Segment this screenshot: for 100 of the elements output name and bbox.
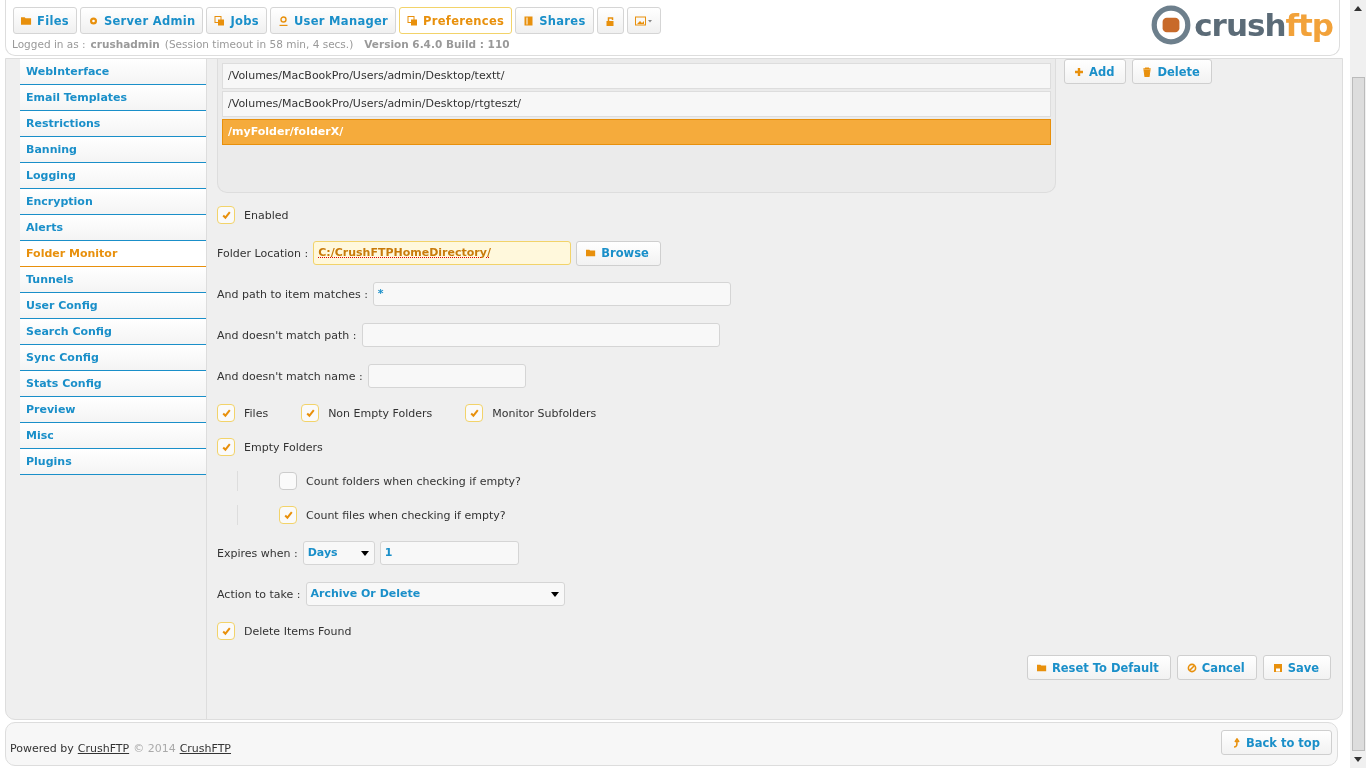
save-icon bbox=[1272, 662, 1283, 673]
sidebar-item[interactable]: Restrictions bbox=[20, 111, 206, 137]
checkbox-label: Delete Items Found bbox=[244, 624, 352, 638]
checkbox[interactable] bbox=[217, 438, 235, 456]
book-icon bbox=[523, 15, 535, 26]
checkbox-label: Monitor Subfolders bbox=[492, 406, 597, 420]
sidebar-item[interactable]: Search Config bbox=[20, 319, 206, 345]
checkbox[interactable] bbox=[217, 206, 235, 224]
scrollbar[interactable] bbox=[1350, 0, 1366, 768]
checkbox[interactable] bbox=[301, 404, 320, 422]
sidebar-item[interactable]: Email Templates bbox=[20, 85, 206, 111]
back-to-top-button[interactable]: Back to top bbox=[1220, 730, 1332, 755]
browse-button[interactable]: Browse bbox=[576, 240, 661, 266]
input-field[interactable] bbox=[361, 323, 720, 347]
sidebar-item[interactable]: Plugins bbox=[20, 449, 206, 475]
check-icon bbox=[220, 625, 232, 637]
footer-text: Powered by bbox=[10, 741, 74, 755]
sidebar-item[interactable]: Banning bbox=[20, 137, 206, 163]
checkbox-label: Empty Folders bbox=[244, 440, 323, 454]
checkbox-label: Non Empty Folders bbox=[328, 406, 433, 420]
nav-tab[interactable]: User Manager bbox=[269, 7, 397, 34]
checkbox[interactable] bbox=[217, 622, 235, 640]
logo-text: ftp bbox=[1285, 7, 1333, 43]
checkbox[interactable] bbox=[279, 506, 297, 524]
sidebar-item[interactable]: Folder Monitor bbox=[20, 241, 206, 267]
checkbox-label: Count folders when checking if empty? bbox=[306, 474, 521, 488]
version-text: Version 6.4.0 Build : 110 bbox=[364, 38, 510, 50]
cancel-icon bbox=[1186, 662, 1197, 673]
nav-tab[interactable]: Preferences bbox=[399, 7, 513, 34]
sidebar-item[interactable]: User Config bbox=[20, 293, 206, 319]
plus-icon bbox=[1074, 66, 1084, 77]
folder-icon bbox=[21, 15, 32, 26]
sidebar-item[interactable]: Stats Config bbox=[20, 371, 206, 397]
sidebar-item[interactable]: WebInterface bbox=[20, 59, 206, 85]
input-field[interactable]: * bbox=[372, 282, 731, 306]
folder-row[interactable]: /Volumes/MacBookPro/Users/admin/Desktop/textt/ bbox=[222, 63, 1051, 89]
input-field[interactable]: 1 bbox=[379, 541, 519, 565]
field-label: And path to item matches : bbox=[217, 287, 368, 301]
checkbox-label: Files bbox=[244, 406, 269, 420]
trash-icon bbox=[1142, 66, 1153, 77]
checkbox-label: Count files when checking if empty? bbox=[306, 508, 506, 522]
login-label: Logged in as : bbox=[12, 38, 86, 50]
field-label: Expires when : bbox=[217, 546, 298, 560]
gear-icon bbox=[87, 15, 99, 26]
nav-tab[interactable]: Shares bbox=[515, 7, 594, 34]
action-button[interactable]: Save bbox=[1262, 655, 1331, 680]
folder-row[interactable]: /Volumes/MacBookPro/Users/admin/Desktop/rtgteszt/ bbox=[222, 91, 1051, 117]
checkbox-label: Enabled bbox=[244, 208, 289, 222]
checkbox[interactable] bbox=[279, 472, 297, 490]
sidebar-item[interactable]: Sync Config bbox=[20, 345, 206, 371]
caret-icon bbox=[360, 551, 369, 556]
action-button[interactable]: Reset To Default bbox=[1026, 655, 1171, 680]
input-field[interactable] bbox=[367, 364, 526, 388]
image-dropdown-icon bbox=[634, 15, 653, 26]
nav-tab[interactable] bbox=[626, 7, 661, 34]
sidebar-item[interactable]: Tunnels bbox=[20, 267, 206, 293]
nav-tab[interactable]: Files bbox=[13, 7, 77, 34]
nav-tab[interactable]: Server Admin bbox=[79, 7, 204, 34]
check-icon bbox=[468, 407, 480, 419]
sidebar-item[interactable]: Logging bbox=[20, 163, 206, 189]
field-label: Action to take : bbox=[217, 587, 301, 601]
check-icon bbox=[220, 407, 232, 419]
folder-icon bbox=[586, 248, 597, 258]
action-dropdown[interactable]: Archive Or Delete bbox=[305, 582, 565, 606]
copyright-text: © 2014 bbox=[133, 741, 176, 755]
nav-tab[interactable]: Jobs bbox=[206, 7, 267, 34]
footer-link[interactable]: CrushFTP bbox=[77, 741, 130, 755]
scroll-down-icon[interactable] bbox=[1354, 757, 1362, 762]
input-field[interactable]: C:/CrushFTPHomeDirectory/ bbox=[313, 241, 572, 265]
lock-icon bbox=[604, 15, 616, 26]
add-button[interactable]: Add bbox=[1064, 59, 1127, 84]
logo-text: crush bbox=[1194, 7, 1286, 43]
check-icon bbox=[282, 509, 294, 521]
caret-icon bbox=[550, 592, 559, 597]
checkbox[interactable] bbox=[465, 404, 484, 422]
check-icon bbox=[304, 407, 316, 419]
field-label: And doesn't match name : bbox=[217, 369, 363, 383]
copy-icon bbox=[214, 15, 226, 26]
nav-tab[interactable] bbox=[596, 7, 624, 34]
checkbox[interactable] bbox=[217, 404, 235, 422]
copy-icon bbox=[407, 15, 419, 26]
username: crushadmin bbox=[90, 38, 160, 50]
check-icon bbox=[220, 209, 232, 221]
scroll-up-icon[interactable] bbox=[1354, 6, 1362, 11]
logo-icon bbox=[1150, 4, 1193, 46]
sidebar-item[interactable]: Encryption bbox=[20, 189, 206, 215]
field-label: And doesn't match path : bbox=[217, 328, 357, 342]
delete-button[interactable]: Delete bbox=[1132, 59, 1212, 84]
session-timeout: (Session timeout in 58 min, 4 secs.) bbox=[164, 38, 354, 50]
action-button[interactable]: Cancel bbox=[1176, 655, 1257, 680]
unit-dropdown[interactable]: Days bbox=[302, 541, 375, 565]
field-label: Folder Location : bbox=[217, 246, 309, 260]
sidebar-item[interactable]: Alerts bbox=[20, 215, 206, 241]
folder-row[interactable]: /myFolder/folderX/ bbox=[222, 119, 1051, 145]
folder-icon bbox=[1036, 662, 1047, 673]
footer-link[interactable]: CrushFTP bbox=[179, 741, 231, 755]
scroll-thumb[interactable] bbox=[1351, 77, 1365, 751]
user-icon bbox=[277, 15, 289, 26]
sidebar-item[interactable]: Preview bbox=[20, 397, 206, 423]
sidebar-item[interactable]: Misc bbox=[20, 423, 206, 449]
